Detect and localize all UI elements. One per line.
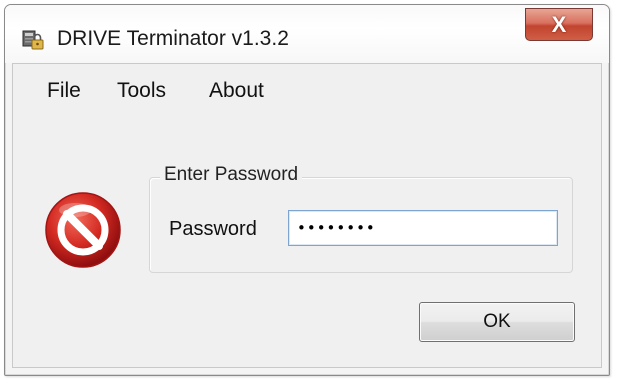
title-bar[interactable]: DRIVE Terminator v1.3.2 X	[5, 5, 609, 63]
menu-file[interactable]: File	[47, 79, 81, 103]
app-window: DRIVE Terminator v1.3.2 X File Tools Abo…	[4, 4, 610, 376]
password-label: Password	[169, 218, 257, 240]
client-area: File Tools About Enter Password Password…	[12, 63, 602, 368]
menu-bar: File Tools About	[13, 64, 601, 116]
menu-tools[interactable]: Tools	[117, 79, 166, 103]
menu-about[interactable]: About	[209, 79, 264, 103]
drive-lock-icon	[22, 30, 44, 50]
group-title: Enter Password	[160, 164, 303, 186]
close-icon: X	[551, 11, 567, 37]
ok-button[interactable]: OK	[419, 302, 575, 342]
stop-icon	[45, 192, 121, 268]
password-group: Enter Password Password	[149, 164, 573, 273]
password-field[interactable]	[288, 210, 558, 246]
close-button[interactable]: X	[525, 8, 593, 41]
window-title: DRIVE Terminator v1.3.2	[57, 27, 289, 50]
